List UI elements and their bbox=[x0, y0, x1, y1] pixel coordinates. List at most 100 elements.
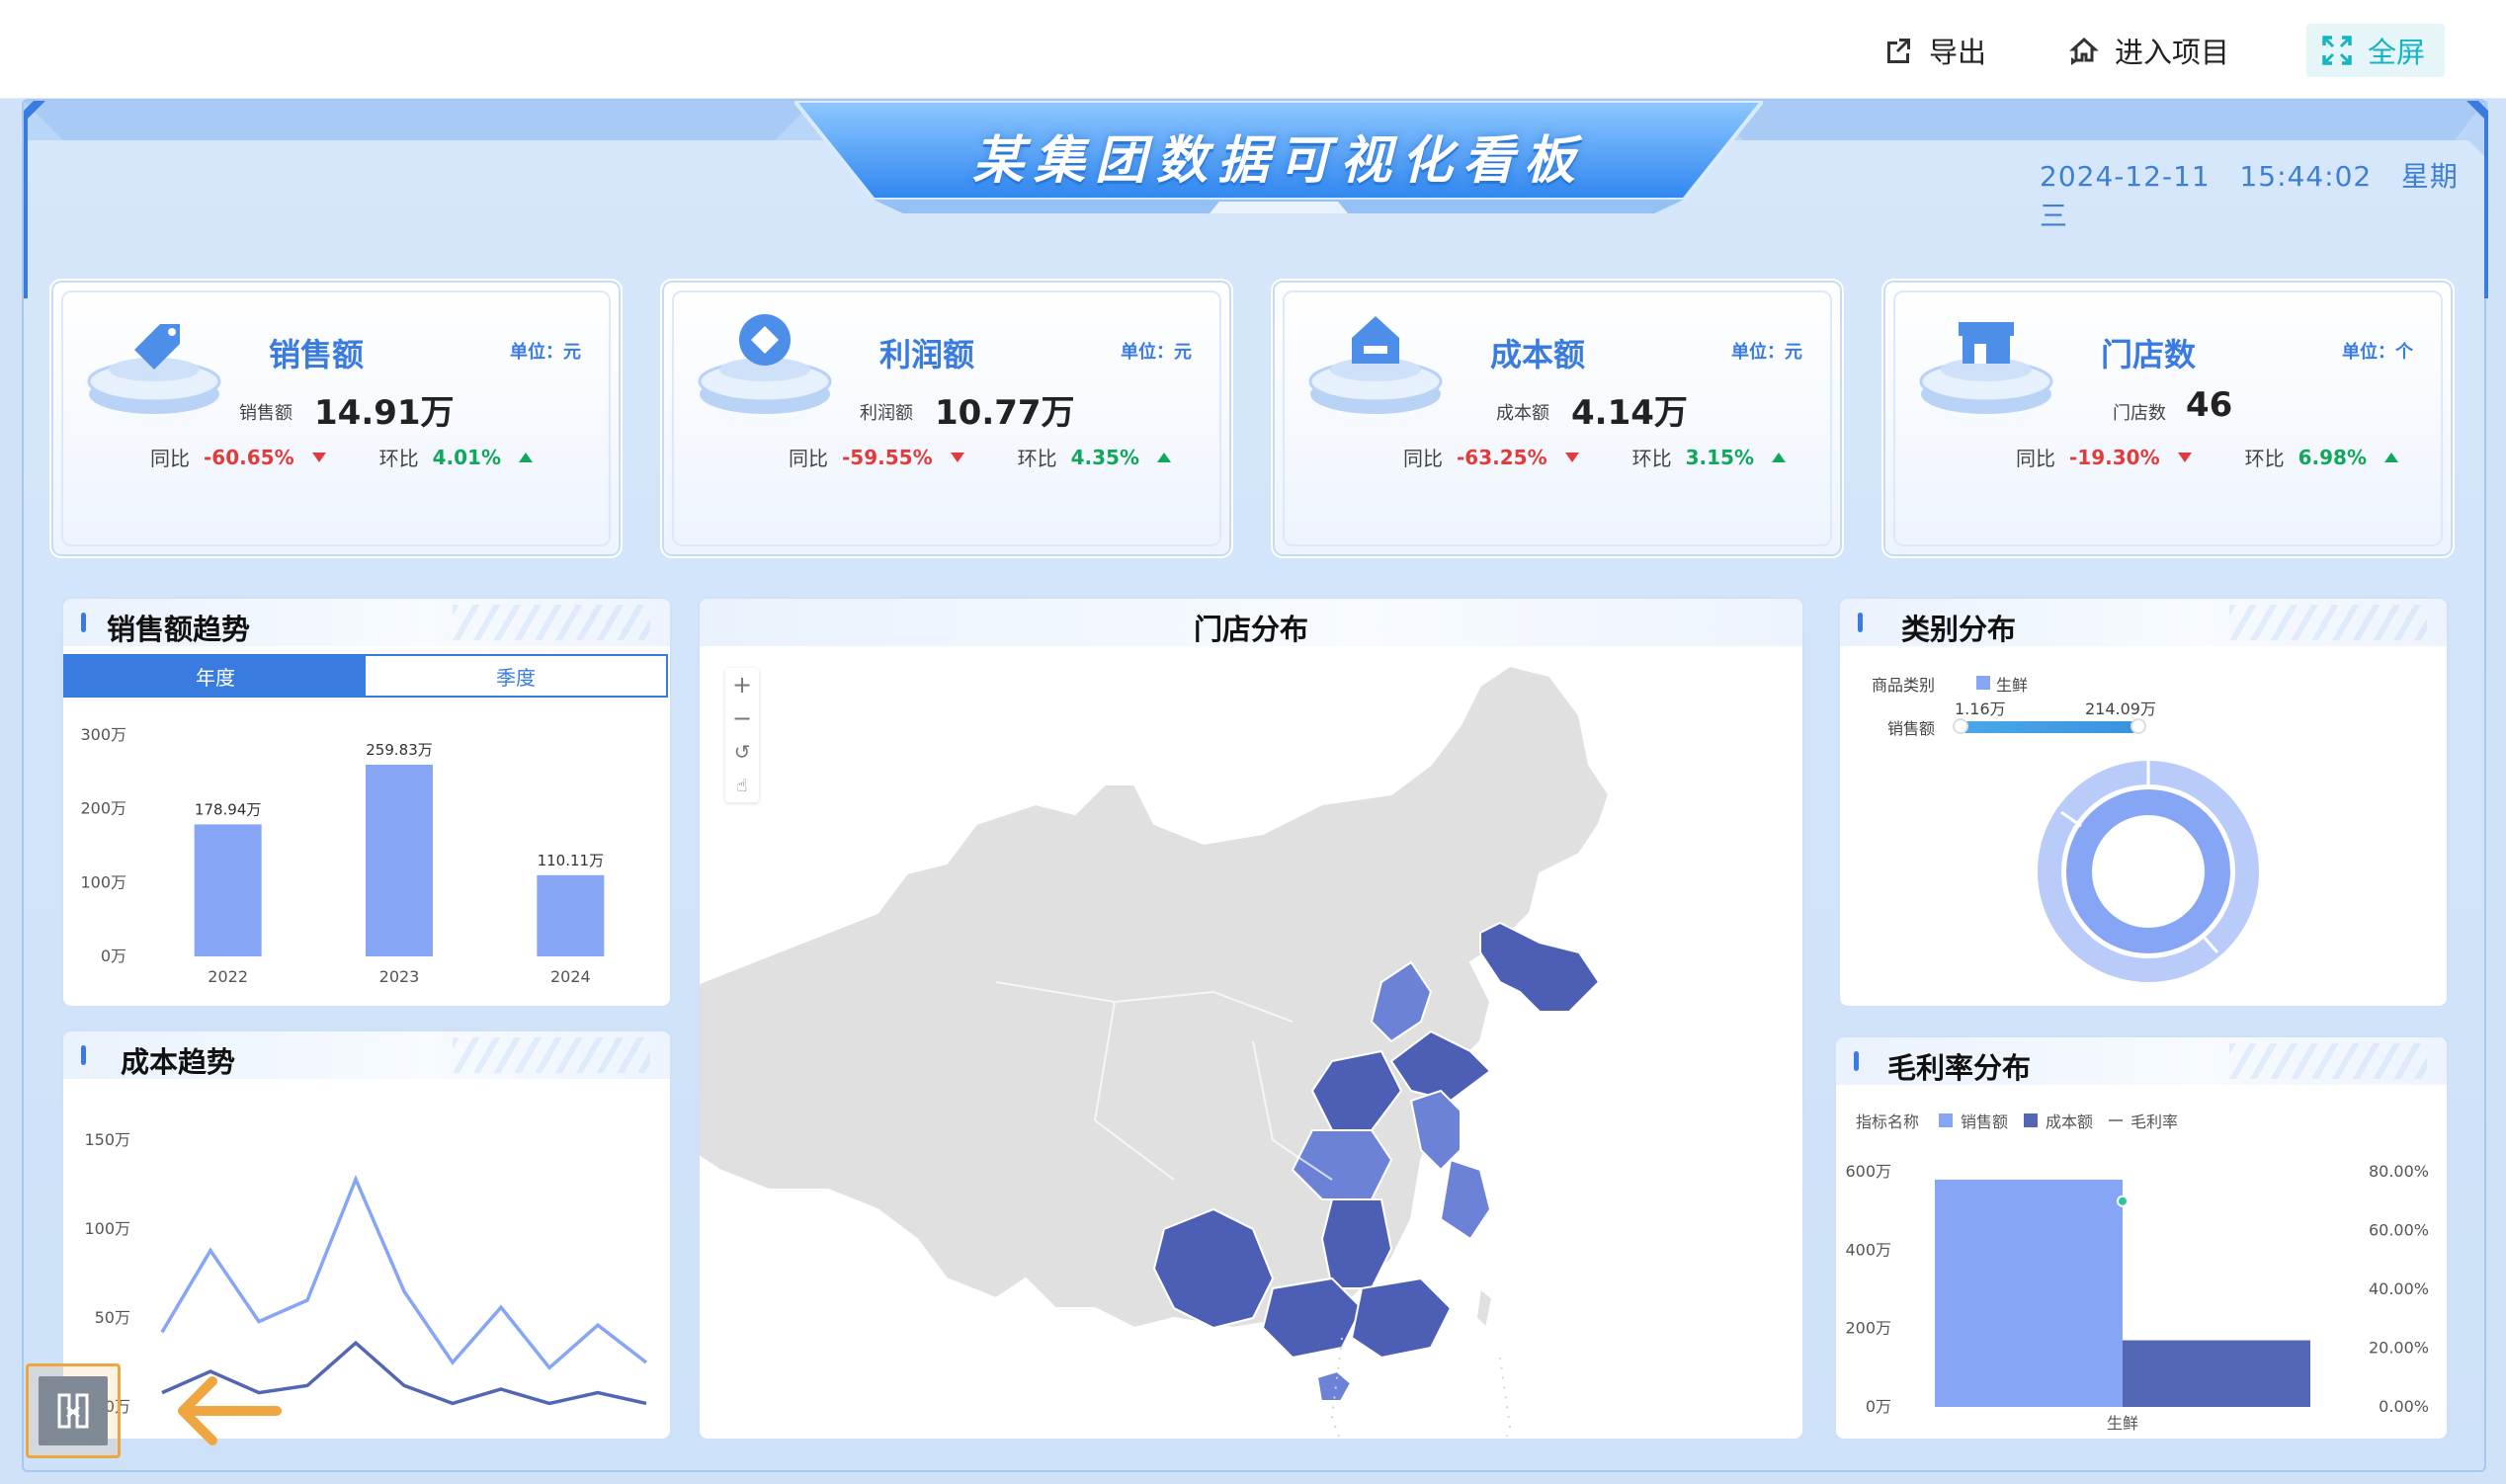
panel-header: 门店分布 bbox=[700, 599, 1802, 646]
bar bbox=[366, 764, 433, 956]
legend-label: 商品类别 bbox=[1872, 676, 1936, 695]
legend-swatch-margin bbox=[2109, 1119, 2124, 1121]
x-tick-label: 2022 bbox=[208, 967, 248, 986]
cost-trend-panel: 成本趋势 0万50万100万150万2022-12022-32023-22024… bbox=[63, 1031, 670, 1439]
panel-title: 毛利率分布 bbox=[1887, 1051, 2032, 1085]
yoy-label: 同比 bbox=[2016, 447, 2055, 470]
down-arrow-icon bbox=[950, 452, 964, 462]
kpi-value: 10.77万 bbox=[935, 393, 1075, 433]
range-slider[interactable] bbox=[1959, 721, 2138, 733]
up-arrow-icon bbox=[2384, 452, 2398, 462]
title-banner: 某集团数据可视化看板 bbox=[794, 101, 1763, 219]
legend-swatch-cost bbox=[2024, 1113, 2039, 1127]
range-handle-min[interactable] bbox=[1953, 718, 1968, 734]
export-icon bbox=[1887, 39, 1910, 63]
kpi-value: 4.14万 bbox=[1571, 393, 1688, 433]
orange-arrow-icon bbox=[178, 1376, 282, 1445]
legend-item[interactable]: 生鲜 bbox=[1996, 672, 2028, 696]
mom-value: 6.98% bbox=[2297, 445, 2367, 469]
down-arrow-icon bbox=[2177, 452, 2192, 462]
kpi-value-label: 销售额 bbox=[239, 403, 292, 424]
mom-value: 4.01% bbox=[432, 445, 501, 469]
y2-tick-label: 20.00% bbox=[2369, 1339, 2429, 1358]
y-tick-label: 150万 bbox=[84, 1130, 130, 1149]
map-region-taiwan bbox=[1474, 1286, 1494, 1331]
bar-value-label: 259.83万 bbox=[366, 741, 433, 759]
kpi-title: 销售额 bbox=[269, 336, 365, 373]
collapse-glyph bbox=[57, 1393, 89, 1429]
panel-header: 成本趋势 bbox=[63, 1031, 670, 1079]
fullscreen-button[interactable]: 全屏 bbox=[2306, 24, 2445, 77]
title-marker bbox=[1854, 1051, 1859, 1071]
mom-value: 3.15% bbox=[1685, 445, 1754, 469]
series-line bbox=[160, 1175, 648, 1370]
x-tick-label: 2023 bbox=[379, 967, 420, 986]
enter-project-button[interactable]: 进入项目 bbox=[2053, 24, 2243, 77]
map-region-heilongjiang bbox=[1479, 921, 1601, 1013]
tab-yearly[interactable]: 年度 bbox=[65, 656, 366, 696]
top-toolbar: 导出 进入项目 全屏 bbox=[0, 0, 2506, 99]
kpi-value-label: 成本额 bbox=[1496, 403, 1549, 424]
sales-bar-chart: 0万 100万 200万 300万 178.94万 2022 259.83万 2023 110.… bbox=[80, 725, 605, 986]
kpi-title: 利润额 bbox=[879, 336, 975, 373]
up-arrow-icon bbox=[519, 452, 533, 462]
panel-header: 类别分布 bbox=[1840, 599, 2447, 646]
category-donut-chart bbox=[2038, 761, 2259, 982]
y2-tick-label: 40.00% bbox=[2369, 1279, 2429, 1298]
dashboard-board: 某集团数据可视化看板 2024-12-11 15:44:02 星期三 销售额 单… bbox=[22, 99, 2488, 1472]
yoy-value: -59.55% bbox=[842, 445, 933, 469]
y-tick-label: 100万 bbox=[80, 872, 126, 891]
y-tick-label: 600万 bbox=[1845, 1162, 1891, 1181]
kpi-compare-row: 同比 -59.55% 环比 4.35% bbox=[789, 443, 1171, 471]
margin-legend: 指标名称 销售额 成本额 毛利率 bbox=[1856, 1109, 2178, 1132]
x-tick-label: 2024-3 bbox=[619, 1434, 670, 1437]
map-region-hunan bbox=[1320, 1198, 1393, 1289]
range-max: 214.09万 bbox=[2085, 700, 2156, 718]
range-label: 销售额 bbox=[1887, 719, 1936, 738]
y-tick-label: 100万 bbox=[84, 1219, 130, 1238]
kpi-card-profit: 利润额 单位：元 利润额 10.77万 同比 -59.55% 环比 4.35% bbox=[660, 279, 1233, 558]
y-tick-label: 200万 bbox=[1845, 1319, 1891, 1338]
panel-title: 销售额趋势 bbox=[107, 613, 251, 646]
header-stripes bbox=[453, 1037, 650, 1073]
kpi-card-sales: 销售额 单位：元 销售额 14.91万 同比 -60.65% 环比 4.01% bbox=[49, 279, 623, 558]
export-button[interactable]: 导出 bbox=[1868, 24, 2000, 77]
kpi-unit: 单位：元 bbox=[1121, 342, 1192, 363]
legend-item-cost[interactable]: 成本额 bbox=[2046, 1109, 2093, 1132]
panel-header: 毛利率分布 bbox=[1836, 1037, 2447, 1085]
yoy-value: -60.65% bbox=[204, 445, 294, 469]
mom-label: 环比 bbox=[2244, 447, 2285, 470]
title-marker bbox=[81, 613, 86, 632]
kpi-unit: 单位：元 bbox=[510, 342, 581, 363]
y2-tick-label: 80.00% bbox=[2369, 1162, 2429, 1181]
range-handle-max[interactable] bbox=[2130, 718, 2146, 734]
tab-quarterly[interactable]: 季度 bbox=[366, 656, 666, 696]
cost-line-chart: 0万50万100万150万2022-12022-32023-22024-1202… bbox=[84, 1130, 670, 1437]
bar-value-label: 178.94万 bbox=[195, 800, 262, 818]
collapse-icon bbox=[39, 1376, 108, 1445]
map-region-zhejiang bbox=[1439, 1158, 1492, 1241]
kpi-value-label: 门店数 bbox=[2113, 403, 2166, 424]
yoy-label: 同比 bbox=[150, 447, 190, 470]
tag-icon bbox=[87, 324, 221, 414]
bar-cost bbox=[2123, 1340, 2310, 1407]
enter-project-label: 进入项目 bbox=[2115, 36, 2230, 69]
yoy-label: 同比 bbox=[789, 447, 828, 470]
panel-title: 类别分布 bbox=[1901, 613, 2017, 646]
range-min: 1.16万 bbox=[1955, 700, 2006, 718]
floating-collapse-button[interactable] bbox=[26, 1363, 121, 1458]
legend-item-sales[interactable]: 销售额 bbox=[1961, 1109, 2008, 1132]
category-panel: 类别分布 商品类别 生鲜 1.16万 214.09万 销售额 bbox=[1840, 599, 2447, 1006]
panel-title: 成本趋势 bbox=[121, 1045, 236, 1079]
mom-label: 环比 bbox=[378, 447, 419, 470]
store-icon bbox=[1919, 322, 2053, 414]
x-tick-label: 生鲜 bbox=[2107, 1414, 2138, 1433]
dashboard-page: 导出 进入项目 全屏 某集团数据可视化看板 2024-12-11 15:44:0… bbox=[0, 0, 2506, 1484]
legend-item-margin[interactable]: 毛利率 bbox=[2130, 1109, 2178, 1132]
kpi-title: 成本额 bbox=[1490, 336, 1586, 373]
kpi-value: 14.91万 bbox=[314, 393, 455, 433]
enter-project-icon bbox=[2069, 37, 2099, 65]
down-arrow-icon bbox=[1564, 452, 1579, 462]
mom-label: 环比 bbox=[1631, 447, 1672, 470]
y-tick-label: 0万 bbox=[1866, 1397, 1891, 1416]
